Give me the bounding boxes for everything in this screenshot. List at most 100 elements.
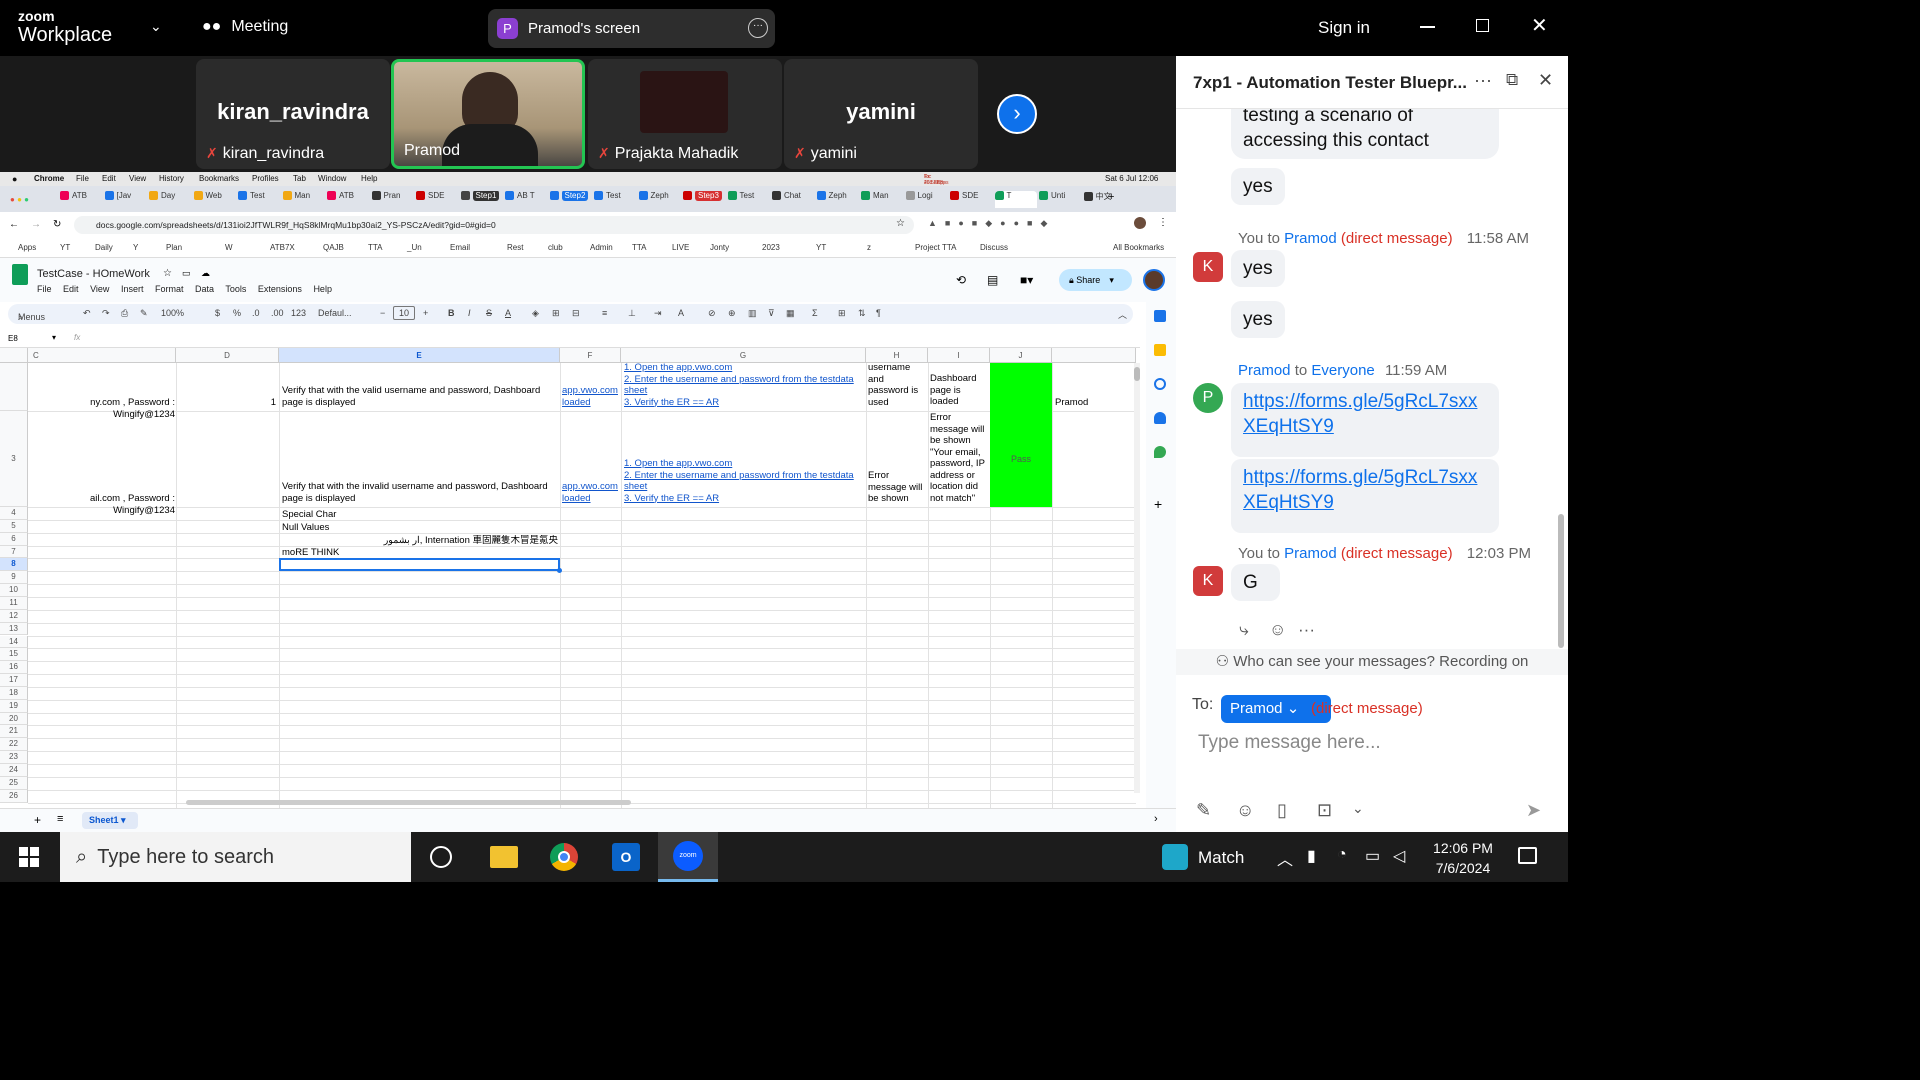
meet-icon[interactable]: ■▾: [1020, 273, 1033, 287]
row-header[interactable]: 7: [0, 545, 28, 559]
browser-tab[interactable]: Man: [282, 191, 325, 208]
increase-decimal-button[interactable]: .00: [271, 308, 284, 318]
number-format-button[interactable]: 123: [291, 308, 306, 318]
row-header[interactable]: 15: [0, 648, 28, 662]
bookmark-item[interactable]: Daily: [95, 243, 113, 252]
font-select[interactable]: Defaul...: [318, 308, 352, 318]
meta-from[interactable]: Pramod: [1238, 362, 1291, 379]
link[interactable]: https://forms.gle/5gRcL7sxxXEqHtSY9: [1243, 391, 1477, 437]
avatar[interactable]: [1143, 269, 1165, 291]
menu-format[interactable]: Format: [155, 284, 184, 294]
row-header[interactable]: 25: [0, 776, 28, 790]
bookmark-item[interactable]: z: [867, 243, 871, 252]
browser-tab[interactable]: Day: [149, 191, 191, 208]
undo-icon[interactable]: ↶: [83, 308, 91, 319]
menu-history[interactable]: History: [159, 174, 184, 183]
cell-c2[interactable]: ny.com , Password : Wingify@1234: [31, 397, 175, 420]
rotate-icon[interactable]: A: [678, 308, 684, 318]
participant-tile[interactable]: ✗ Prajakta Mahadik: [588, 59, 782, 169]
forward-icon[interactable]: →: [31, 219, 41, 230]
paint-format-icon[interactable]: ✎: [140, 308, 148, 319]
borders-icon[interactable]: ⊞: [552, 308, 560, 319]
browser-tab[interactable]: Test: [238, 191, 280, 208]
column-header-d[interactable]: D: [176, 348, 279, 363]
outlook-icon[interactable]: O: [612, 843, 640, 871]
sheet-tab[interactable]: Sheet1 ▾: [82, 812, 138, 829]
row-header[interactable]: 8: [0, 558, 28, 572]
italic-icon[interactable]: I: [468, 308, 471, 318]
browser-tab[interactable]: Zeph: [638, 191, 681, 208]
row-header[interactable]: 17: [0, 674, 28, 687]
participant-tile-active[interactable]: Pramod: [391, 59, 585, 169]
bookmark-item[interactable]: ATB7X: [270, 243, 295, 252]
tray-chevron-icon[interactable]: ︿: [1277, 846, 1293, 870]
row-header[interactable]: 20: [0, 712, 28, 726]
windows-start-icon[interactable]: [19, 847, 39, 867]
row-header[interactable]: 22: [0, 738, 28, 752]
row-header[interactable]: 23: [0, 751, 28, 764]
bookmark-item[interactable]: Admin: [590, 243, 613, 252]
maps-icon[interactable]: [1154, 446, 1166, 458]
star-icon[interactable]: ☆: [163, 268, 172, 279]
column-header-h[interactable]: H: [866, 348, 928, 363]
keep-icon[interactable]: [1154, 344, 1166, 356]
cell-i3[interactable]: Error message will be shown "Your email,…: [930, 412, 988, 504]
column-header-c[interactable]: C: [28, 348, 176, 363]
calendar-icon[interactable]: [1154, 310, 1166, 322]
menu-edit[interactable]: Edit: [102, 174, 116, 183]
chrome-icon[interactable]: [550, 843, 578, 871]
clock[interactable]: 12:06 PM 7/6/2024: [1428, 838, 1498, 878]
popout-icon[interactable]: ⧉: [1506, 70, 1518, 90]
browser-tab[interactable]: Test: [594, 191, 636, 208]
redo-icon[interactable]: ↷: [102, 308, 110, 319]
microphone-icon[interactable]: ▮: [1307, 846, 1316, 866]
column-header-i[interactable]: I: [928, 348, 990, 363]
send-icon[interactable]: ➤: [1526, 800, 1541, 821]
sort-icon[interactable]: ⇅: [858, 308, 866, 319]
collapse-toolbar-icon[interactable]: ︿: [1118, 308, 1127, 321]
row-header[interactable]: 21: [0, 725, 28, 739]
row-header[interactable]: 10: [0, 584, 28, 597]
browser-tab[interactable]: Chat: [772, 191, 814, 208]
strikethrough-icon[interactable]: S: [486, 308, 492, 318]
menu-window[interactable]: Window: [318, 174, 346, 183]
add-addon-icon[interactable]: +: [1154, 496, 1162, 512]
row-header[interactable]: [0, 363, 28, 411]
new-tab-button[interactable]: +: [1108, 191, 1114, 203]
chat-scrollbar[interactable]: [1558, 514, 1564, 648]
share-button[interactable]: 🔒︎ Share ▾: [1059, 269, 1132, 291]
merge-icon[interactable]: ⊟: [572, 308, 580, 319]
vertical-scrollbar[interactable]: [1134, 363, 1140, 793]
menu-tools[interactable]: Tools: [225, 284, 246, 294]
row-header[interactable]: 4: [0, 507, 28, 520]
column-header-j[interactable]: J: [990, 348, 1052, 363]
cloud-icon[interactable]: ☁: [201, 268, 210, 279]
row-header[interactable]: 18: [0, 686, 28, 700]
menu-view[interactable]: View: [129, 174, 146, 183]
more-icon[interactable]: ···: [748, 18, 768, 38]
row-header[interactable]: 19: [0, 699, 28, 713]
cell-i2[interactable]: Dashboard page is loaded: [930, 373, 988, 408]
add-sheet-button[interactable]: +: [34, 813, 41, 827]
cell-h3[interactable]: Error message will be shown: [868, 470, 926, 505]
notification-icon[interactable]: [1518, 847, 1537, 864]
menu-edit[interactable]: Edit: [63, 284, 79, 294]
menu-help[interactable]: Help: [313, 284, 332, 294]
browser-tab[interactable]: Web: [193, 191, 236, 208]
bookmark-item[interactable]: YT: [816, 243, 826, 252]
percent-button[interactable]: %: [233, 308, 241, 318]
cell-j3[interactable]: Pass: [990, 411, 1052, 507]
cell-g2[interactable]: 1. Open the app.vwo.com 2. Enter the use…: [624, 362, 864, 410]
meeting-button[interactable]: ●● Meeting: [202, 18, 288, 36]
row-header[interactable]: 11: [0, 596, 28, 610]
chart-icon[interactable]: ▥: [748, 308, 757, 319]
close-icon[interactable]: ✕: [1531, 13, 1548, 38]
menu-bookmarks[interactable]: Bookmarks: [199, 174, 239, 183]
name-box[interactable]: E8: [8, 334, 18, 343]
bookmark-item[interactable]: TTA: [632, 243, 647, 252]
browser-tab[interactable]: AB T: [505, 191, 547, 208]
link-icon[interactable]: ⊘: [708, 308, 716, 319]
more-options-icon[interactable]: ···: [1474, 70, 1492, 91]
menu-kebab-icon[interactable]: ⋮: [1158, 217, 1168, 228]
bookmark-item[interactable]: All Bookmarks: [1113, 243, 1164, 252]
